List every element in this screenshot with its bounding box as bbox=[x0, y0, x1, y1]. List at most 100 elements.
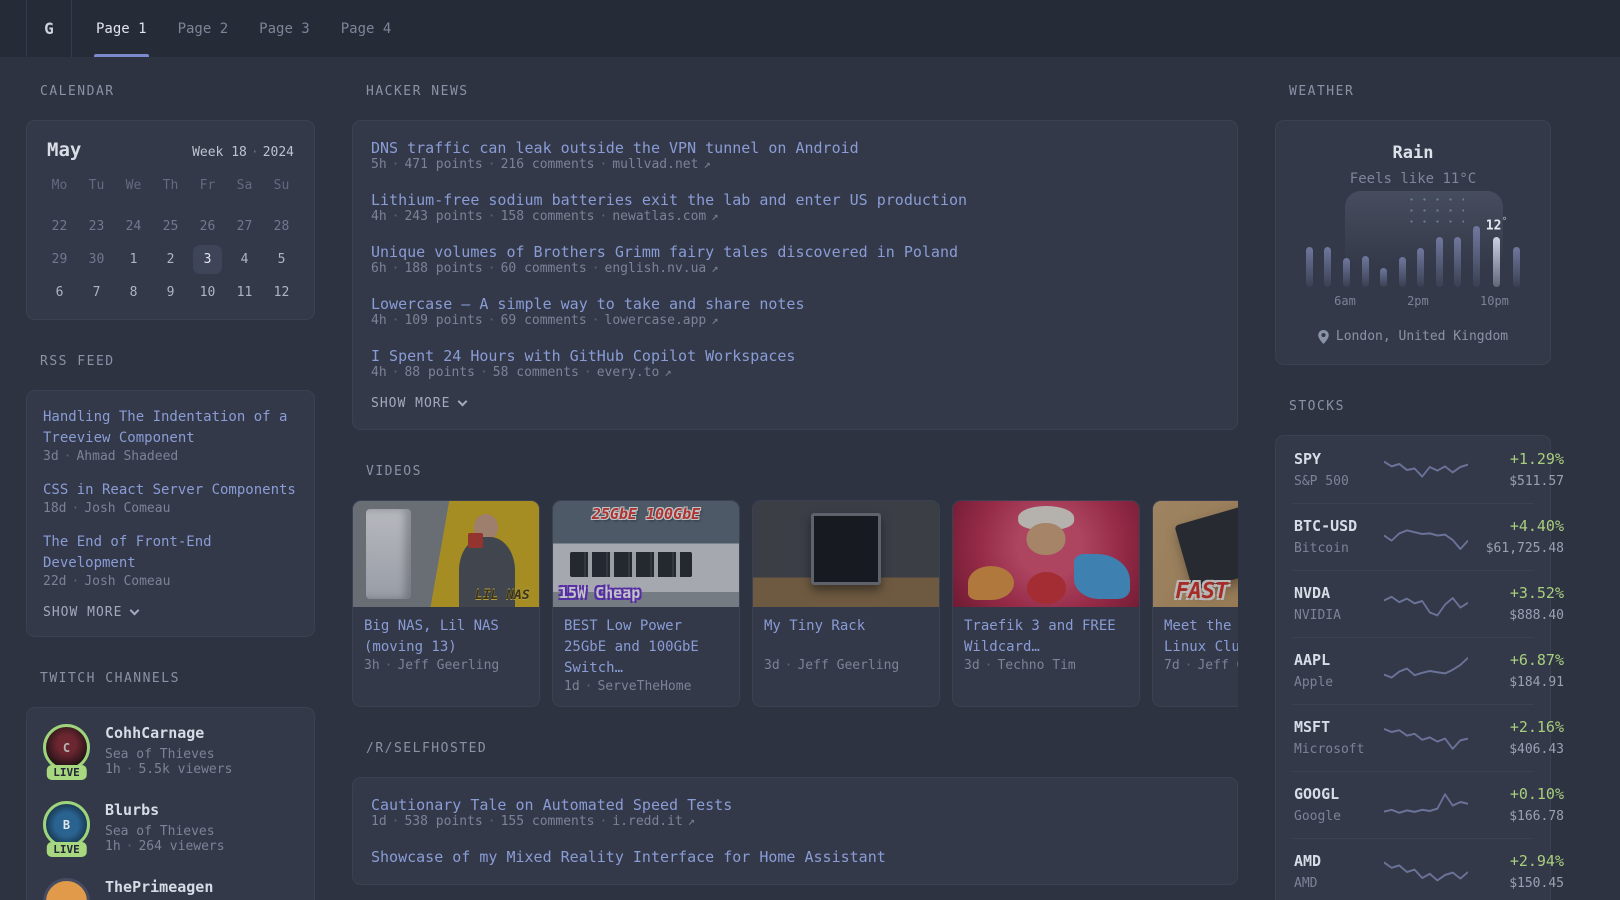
meta-part: 471 points bbox=[404, 157, 483, 172]
weather-hourly-chart: 12° bbox=[1300, 191, 1526, 287]
reddit-post-title[interactable]: Showcase of my Mixed Reality Interface f… bbox=[371, 848, 1219, 866]
stocks-widget: STOCKS SPY S&P 500 +1.29% $511.57 BTC-USD Bit… bbox=[1275, 399, 1564, 900]
meta-part: 1h bbox=[105, 762, 121, 777]
calendar-day-today: 3 bbox=[189, 243, 226, 276]
hn-post-title[interactable]: Lithium-free sodium batteries exit the l… bbox=[371, 191, 1219, 209]
video-title[interactable]: BEST Low Power 25GbE and 100GbE Switch… bbox=[564, 616, 728, 679]
video-card[interactable]: 25GbE 100GbE 15W Cheap BEST Low Power 25Gb… bbox=[552, 500, 740, 707]
external-link-icon: ↗ bbox=[687, 814, 696, 828]
day-number: 9 bbox=[166, 285, 175, 300]
tab-page-4[interactable]: Page 4 bbox=[339, 0, 394, 57]
day-number: 22 bbox=[51, 219, 68, 234]
calendar-weekday-row: Mo Tu We Th Fr Sa Su bbox=[41, 173, 300, 198]
twitch-channel-name[interactable]: CohhCarnage bbox=[105, 724, 232, 742]
video-title[interactable]: My Tiny Rack bbox=[764, 616, 928, 658]
reddit-post: Showcase of my Mixed Reality Interface f… bbox=[371, 848, 1219, 866]
video-card[interactable]: My Tiny Rack 3d · Jeff Geerling bbox=[752, 500, 940, 707]
twitch-channel-name[interactable]: ThePrimeagen bbox=[105, 878, 213, 896]
weekday-label: Fr bbox=[199, 178, 216, 193]
stock-sparkline bbox=[1384, 654, 1468, 688]
dot-separator: · bbox=[487, 157, 496, 172]
twitch-channel-row[interactable]: B LIVE Blurbs Sea of Thieves 1h · 264 viewers bbox=[43, 801, 298, 857]
calendar-day: 6 bbox=[41, 276, 78, 309]
hn-post-title[interactable]: Lowercase – A simple way to take and sha… bbox=[371, 295, 1219, 313]
reddit-post-title[interactable]: Cautionary Tale on Automated Speed Tests bbox=[371, 796, 1219, 814]
hour-label bbox=[1317, 294, 1334, 308]
rss-item-meta: 22d · Josh Comeau bbox=[43, 574, 298, 589]
stock-name: Bitcoin bbox=[1294, 541, 1349, 556]
temp-bar bbox=[1513, 247, 1521, 287]
video-card[interactable]: LIL NAS Big NAS, Lil NAS (moving 13) 3h · Je… bbox=[352, 500, 540, 707]
face-graphic bbox=[1026, 523, 1066, 556]
temp-bar bbox=[1305, 247, 1313, 287]
weather-bar bbox=[1337, 258, 1356, 287]
stock-price: $888.40 bbox=[1509, 608, 1564, 623]
hn-post-title[interactable]: I Spent 24 Hours with GitHub Copilot Wor… bbox=[371, 347, 1219, 365]
dot-separator: · bbox=[487, 261, 496, 276]
hn-post-title[interactable]: DNS traffic can leak outside the VPN tun… bbox=[371, 139, 1219, 157]
day-number: 8 bbox=[129, 285, 138, 300]
day-number: 3 bbox=[193, 245, 222, 274]
hour-label bbox=[1446, 294, 1463, 308]
video-card[interactable]: Traefik 3 and FREE Wildcard… 3d · Techno Ti… bbox=[952, 500, 1140, 707]
location-pin-icon bbox=[1318, 329, 1329, 344]
stock-symbol: NVDA bbox=[1294, 584, 1331, 602]
stock-row: BTC-USD Bitcoin +4.40% $61,725.48 bbox=[1292, 503, 1564, 570]
stock-change: +2.94% bbox=[1509, 852, 1564, 870]
twitch-channel-row[interactable]: C LIVE CohhCarnage Sea of Thieves 1h · 5.5k vi… bbox=[43, 724, 298, 780]
stock-row: NVDA NVIDIA +3.52% $888.40 bbox=[1292, 570, 1564, 637]
calendar-day: 10 bbox=[189, 276, 226, 309]
temp-bar bbox=[1380, 268, 1388, 287]
meta-part: 538 points bbox=[404, 814, 483, 829]
video-card[interactable]: FAST Meet the FASTEST Linux Cluster…7d · Je… bbox=[1152, 500, 1238, 707]
avatar: B bbox=[43, 801, 90, 848]
calendar-day: 4 bbox=[226, 243, 263, 276]
meta-part: i.redd.it bbox=[612, 814, 683, 829]
video-card-body: My Tiny Rack 3d · Jeff Geerling bbox=[753, 607, 939, 685]
external-link-icon: ↗ bbox=[703, 157, 711, 171]
video-title[interactable]: Traefik 3 and FREE Wildcard… bbox=[964, 616, 1128, 658]
video-thumbnail[interactable] bbox=[953, 501, 1139, 607]
top-nav: G Page 1 Page 2 Page 3 Page 4 bbox=[0, 0, 1620, 57]
video-thumbnail[interactable]: 25GbE 100GbE 15W Cheap bbox=[553, 501, 739, 607]
weather-location: London, United Kingdom bbox=[1335, 329, 1509, 344]
twitch-channel-row[interactable]: ThePrimeagen bbox=[43, 878, 298, 900]
external-link-icon: ↗ bbox=[711, 209, 719, 223]
stock-change: +4.40% bbox=[1509, 517, 1564, 535]
dot-separator: · bbox=[487, 814, 496, 829]
show-more-button[interactable]: SHOW MORE bbox=[371, 396, 1219, 411]
hn-post-meta: 4h · 243 points · 158 comments · newatlas.com ↗ bbox=[371, 209, 1219, 224]
temp-bar bbox=[1493, 237, 1501, 287]
hn-post-title[interactable]: Unique volumes of Brothers Grimm fairy t… bbox=[371, 243, 1219, 261]
rss-item: The End of Front-End Development 22d · Josh… bbox=[43, 532, 298, 589]
stock-change: +3.52% bbox=[1509, 584, 1564, 602]
tab-page-1[interactable]: Page 1 bbox=[94, 0, 149, 57]
rss-item-title[interactable]: CSS in React Server Components bbox=[43, 480, 298, 501]
show-more-button[interactable]: SHOW MORE bbox=[43, 605, 298, 620]
video-thumbnail[interactable]: LIL NAS bbox=[353, 501, 539, 607]
cap-graphic bbox=[1018, 506, 1074, 530]
video-thumbnail[interactable]: FAST bbox=[1153, 501, 1238, 607]
day-number: 11 bbox=[236, 285, 253, 300]
weather-bar bbox=[1507, 247, 1526, 287]
video-title[interactable]: Big NAS, Lil NAS (moving 13) bbox=[364, 616, 528, 658]
calendar-card: May Week 18 · 2024 Mo Tu We Th Fr Sa Su 22 23 24 25… bbox=[26, 120, 315, 320]
video-title[interactable]: Meet the FASTEST Linux Cluster… bbox=[1164, 616, 1238, 658]
stock-row: MSFT Microsoft +2.16% $406.43 bbox=[1292, 704, 1564, 771]
stock-symbol: SPY bbox=[1294, 450, 1322, 468]
reddit-post-meta: 1d · 538 points · 155 comments · i.redd.it ↗ bbox=[371, 814, 1219, 829]
hn-post: I Spent 24 Hours with GitHub Copilot Wor… bbox=[371, 347, 1219, 380]
rss-item-title[interactable]: The End of Front-End Development bbox=[43, 532, 298, 574]
app-logo[interactable]: G bbox=[26, 0, 72, 57]
twitch-channel-name[interactable]: Blurbs bbox=[105, 801, 225, 819]
meta-part: 3d bbox=[43, 449, 59, 464]
stock-row: GOOGL Google +0.10% $166.78 bbox=[1292, 771, 1564, 838]
rss-item-title[interactable]: Handling The Indentation of a Treeview C… bbox=[43, 407, 298, 449]
stock-quote: +3.52% $888.40 bbox=[1468, 584, 1564, 623]
video-thumbnail[interactable] bbox=[753, 501, 939, 607]
tab-page-2[interactable]: Page 2 bbox=[176, 0, 231, 57]
twitch-avatar-wrap: C LIVE bbox=[43, 724, 90, 780]
weather-condition: Rain bbox=[1392, 143, 1434, 163]
tab-page-3[interactable]: Page 3 bbox=[257, 0, 312, 57]
calendar-month: May bbox=[47, 139, 82, 161]
